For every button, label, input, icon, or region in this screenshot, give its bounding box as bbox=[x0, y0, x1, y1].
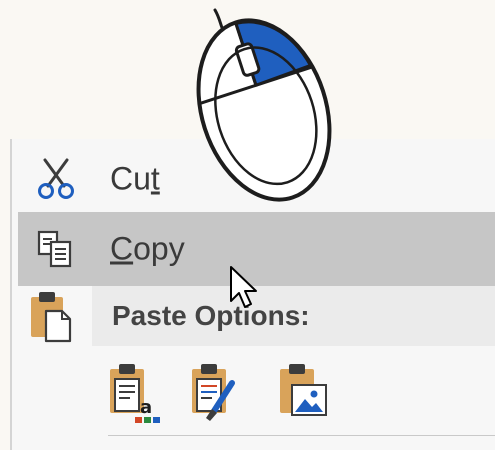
paste-options-label: Paste Options: bbox=[112, 300, 310, 331]
copy-icon bbox=[37, 230, 72, 268]
paste-options-header: Paste Options: bbox=[92, 286, 495, 346]
mouse-left-click-icon bbox=[196, 8, 332, 202]
menu-item-cut-label: Cut bbox=[110, 160, 160, 197]
menu-item-copy-label: Copy bbox=[110, 230, 185, 267]
mouse-pointer-icon bbox=[230, 266, 257, 308]
paste-picture-icon bbox=[280, 364, 327, 416]
paste-merge-formatting-icon bbox=[192, 364, 235, 421]
scissors-icon bbox=[38, 158, 74, 199]
svg-text:a: a bbox=[140, 397, 152, 418]
paste-picture-button[interactable] bbox=[274, 361, 334, 425]
paste-keep-source-formatting-button[interactable]: a bbox=[104, 361, 164, 425]
clipboard-icon bbox=[31, 292, 72, 343]
paste-keep-text-icon: a bbox=[110, 364, 160, 423]
menu-divider bbox=[108, 435, 495, 436]
paste-options-row: a bbox=[104, 361, 364, 427]
paste-merge-formatting-button[interactable] bbox=[186, 361, 246, 425]
